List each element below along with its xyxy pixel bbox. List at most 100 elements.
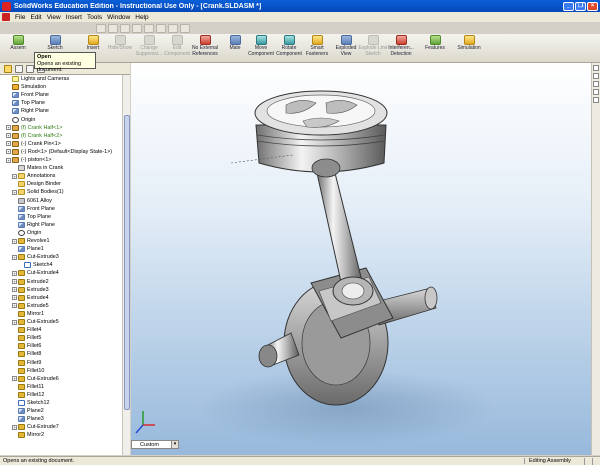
view-palette-icon[interactable] xyxy=(593,89,599,95)
hide-show-button[interactable]: Hide/Show xyxy=(105,35,135,62)
tree-item[interactable]: + Cut-Extrude3 xyxy=(0,253,122,261)
crank-assembly-model[interactable] xyxy=(131,63,591,455)
print-icon[interactable] xyxy=(132,24,142,33)
tree-item[interactable]: Fillet12 xyxy=(0,391,122,399)
tree-item[interactable]: Mates in Crank xyxy=(0,164,122,172)
tree-item[interactable]: + Extrude5 xyxy=(0,302,122,310)
tree-item[interactable]: Mirror1 xyxy=(0,310,122,318)
expand-icon[interactable]: + xyxy=(12,303,17,309)
menu-help[interactable]: Help xyxy=(135,14,148,21)
tree-scrollbar-thumb[interactable] xyxy=(124,115,130,410)
task-pane-icon[interactable] xyxy=(593,65,599,71)
expand-icon[interactable]: + xyxy=(12,238,17,244)
tree-item[interactable]: Origin xyxy=(0,229,122,237)
simulation-tab[interactable]: Simulation xyxy=(454,35,484,62)
interference-detection-button[interactable]: Interferen... Detection xyxy=(386,35,416,62)
tree-item[interactable]: Lights and Cameras xyxy=(0,75,122,83)
tree-item[interactable]: Sketch12 xyxy=(0,399,122,407)
graphics-area[interactable] xyxy=(131,63,591,455)
feature-manager-tab[interactable] xyxy=(4,64,12,73)
expand-icon[interactable]: + xyxy=(6,157,11,163)
property-manager-tab[interactable] xyxy=(15,64,23,73)
tree-item[interactable]: Sketch4 xyxy=(0,261,122,269)
tree-item[interactable]: + (f) Crank Half<1> xyxy=(0,124,122,132)
tree-item[interactable]: Fillet10 xyxy=(0,367,122,375)
tree-item[interactable]: Fillet11 xyxy=(0,383,122,391)
rod-part[interactable] xyxy=(316,172,364,292)
tree-item[interactable]: + (-) Rod<1> (Default<Display State-1>) xyxy=(0,148,122,156)
tree-item[interactable]: Front Plane xyxy=(0,205,122,213)
exploded-view-button[interactable]: Exploded View xyxy=(331,35,361,62)
features-tab[interactable]: Features xyxy=(420,35,450,62)
edit-component-button[interactable]: Edit Component xyxy=(162,35,192,62)
tree-item[interactable]: Plane1 xyxy=(0,245,122,253)
chevron-down-icon[interactable]: ▾ xyxy=(171,441,178,448)
tree-item[interactable]: Fillet9 xyxy=(0,359,122,367)
tree-item[interactable]: + Extrude3 xyxy=(0,286,122,294)
menu-edit[interactable]: Edit xyxy=(30,14,41,21)
tree-item[interactable]: Top Plane xyxy=(0,99,122,107)
tree-item[interactable]: Fillet8 xyxy=(0,350,122,358)
expand-icon[interactable]: + xyxy=(12,173,17,179)
explode-line-sketch-button[interactable]: Explode Line Sketch xyxy=(358,35,388,62)
tree-item[interactable]: + Cut-Extrude7 xyxy=(0,423,122,431)
configuration-manager-tab[interactable] xyxy=(26,64,34,73)
expand-icon[interactable]: + xyxy=(12,254,17,260)
expand-icon[interactable]: + xyxy=(6,149,11,155)
smart-fasteners-button[interactable]: Smart Fasteners xyxy=(302,35,332,62)
save-icon[interactable] xyxy=(120,24,130,33)
tree-item[interactable]: Simulation xyxy=(0,83,122,91)
new-document-icon[interactable] xyxy=(96,24,106,33)
status-help-box[interactable] xyxy=(592,457,600,465)
tree-item[interactable]: Plane3 xyxy=(0,415,122,423)
tree-scrollbar[interactable] xyxy=(122,75,130,455)
tree-item[interactable]: Front Plane xyxy=(0,91,122,99)
expand-icon[interactable]: + xyxy=(12,424,17,430)
no-external-references-button[interactable]: No External References xyxy=(190,35,220,62)
graphics-area-scrollbar[interactable] xyxy=(591,63,600,455)
expand-icon[interactable]: + xyxy=(12,279,17,285)
tree-item[interactable]: + Cut-Extrude6 xyxy=(0,375,122,383)
tree-item[interactable]: + Extrude4 xyxy=(0,294,122,302)
menu-insert[interactable]: Insert xyxy=(66,14,82,21)
expand-icon[interactable]: + xyxy=(6,125,11,131)
tree-item[interactable]: + Cut-Extrude4 xyxy=(0,269,122,277)
tree-item[interactable]: Fillet4 xyxy=(0,326,122,334)
tree-item[interactable]: Fillet5 xyxy=(0,334,122,342)
rotate-component-button[interactable]: Rotate Component xyxy=(274,35,304,62)
options-icon[interactable] xyxy=(180,24,190,33)
file-explorer-icon[interactable] xyxy=(593,81,599,87)
menu-file[interactable]: File xyxy=(15,14,25,21)
expand-icon[interactable]: + xyxy=(12,295,17,301)
tree-item[interactable]: + Cut-Extrude5 xyxy=(0,318,122,326)
expand-icon[interactable]: + xyxy=(12,319,17,325)
open-document-icon[interactable] xyxy=(108,24,118,33)
expand-icon[interactable]: + xyxy=(12,270,17,276)
appearances-icon[interactable] xyxy=(593,97,599,103)
restore-button[interactable]: ❐ xyxy=(575,1,586,11)
expand-icon[interactable]: + xyxy=(12,376,17,382)
tree-item[interactable]: + (-) Crank Pin<1> xyxy=(0,140,122,148)
library-icon[interactable] xyxy=(593,73,599,79)
rebuild-icon[interactable] xyxy=(168,24,178,33)
tree-item[interactable]: + Extrude2 xyxy=(0,278,122,286)
undo-icon[interactable] xyxy=(144,24,154,33)
menu-view[interactable]: View xyxy=(47,14,61,21)
tree-item[interactable]: 6061 Alloy xyxy=(0,197,122,205)
tree-item[interactable]: Mirror2 xyxy=(0,431,122,439)
tree-item[interactable]: Origin xyxy=(0,116,122,124)
tree-item[interactable]: + Revolve1 xyxy=(0,237,122,245)
assembly-button[interactable]: Assem xyxy=(3,35,33,62)
tree-item[interactable]: Plane2 xyxy=(0,407,122,415)
tree-item[interactable]: + Solid Bodies(1) xyxy=(0,188,122,196)
tree-item[interactable]: Fillet6 xyxy=(0,342,122,350)
expand-icon[interactable]: + xyxy=(12,189,17,195)
tree-item[interactable]: + Annotations xyxy=(0,172,122,180)
view-orientation-select[interactable]: Custom ▾ xyxy=(131,440,179,449)
tree-item[interactable]: + (f) Crank Half<2> xyxy=(0,132,122,140)
change-suppression-button[interactable]: Change Suppressi... xyxy=(134,35,164,62)
menu-tools[interactable]: Tools xyxy=(87,14,102,21)
tree-item[interactable]: Top Plane xyxy=(0,213,122,221)
expand-icon[interactable]: + xyxy=(6,133,11,139)
status-units-box[interactable] xyxy=(584,457,592,465)
